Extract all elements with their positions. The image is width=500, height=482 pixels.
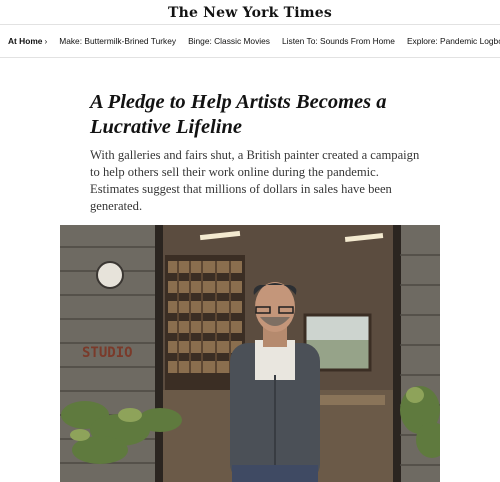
nav-item-binge[interactable]: Binge: Classic Movies bbox=[188, 36, 270, 46]
studio-portrait-image: STUDIO bbox=[60, 225, 440, 482]
nav-item-make[interactable]: Make: Buttermilk-Brined Turkey bbox=[59, 36, 176, 46]
section-nav: At Home › Make: Buttermilk-Brined Turkey … bbox=[0, 24, 500, 58]
masthead: The New York Times bbox=[0, 0, 500, 24]
lead-photo: STUDIO bbox=[60, 225, 440, 482]
article-summary: With galleries and fairs shut, a British… bbox=[90, 148, 420, 213]
nav-item-listen[interactable]: Listen To: Sounds From Home bbox=[282, 36, 395, 46]
article-headline: A Pledge to Help Artists Becomes a Lucra… bbox=[90, 91, 387, 138]
nav-at-home[interactable]: At Home › bbox=[8, 36, 47, 46]
nyt-logo[interactable]: The New York Times bbox=[0, 0, 500, 24]
nav-at-home-label: At Home bbox=[8, 36, 43, 46]
nav-item-explore[interactable]: Explore: Pandemic Logbooks bbox=[407, 36, 500, 46]
chevron-right-icon: › bbox=[44, 36, 48, 46]
studio-sign: STUDIO bbox=[82, 345, 133, 361]
